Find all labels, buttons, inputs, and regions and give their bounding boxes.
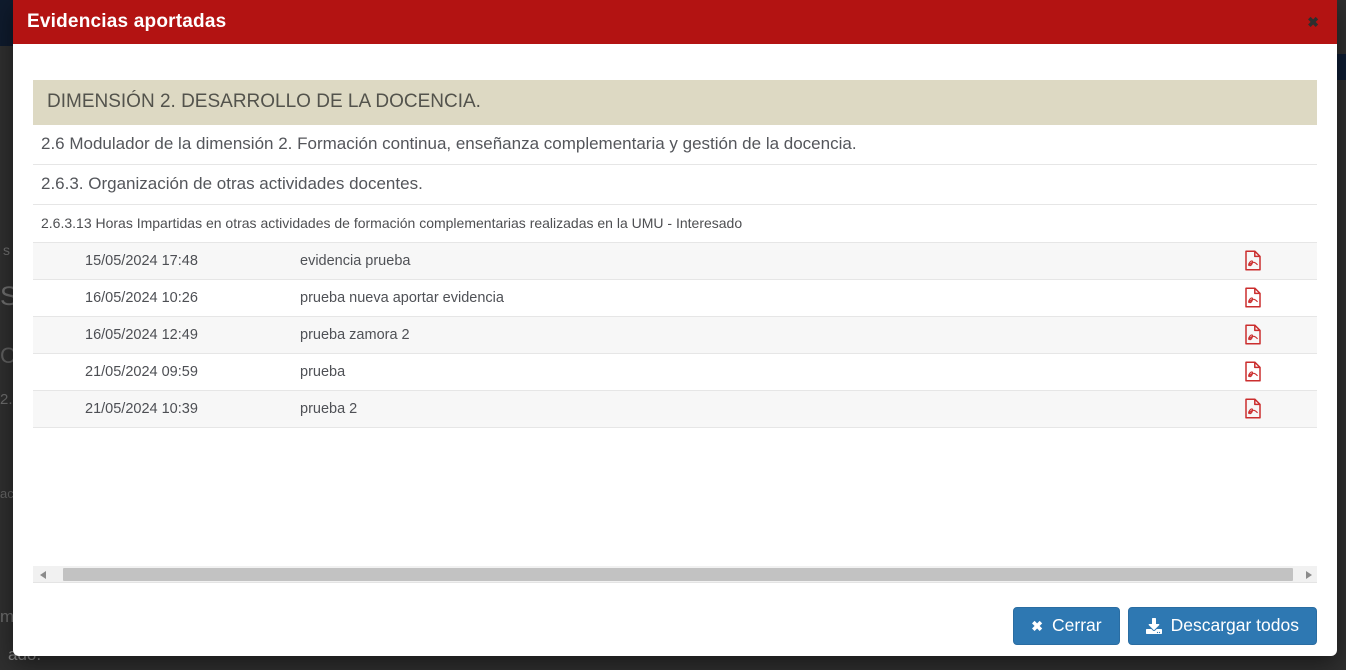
- scrollbar-right-arrow-icon[interactable]: [1300, 566, 1317, 583]
- evidence-description: prueba nueva aportar evidencia: [300, 289, 504, 306]
- background-navbar-fragment: [0, 0, 13, 46]
- pdf-file-icon[interactable]: [1244, 250, 1262, 271]
- evidence-description: prueba: [300, 363, 346, 380]
- modal-body: DIMENSIÓN 2. DESARROLLO DE LA DOCENCIA. …: [13, 44, 1337, 656]
- evidence-row: 15/05/2024 17:48 evidencia prueba: [33, 242, 1317, 280]
- download-icon: [1145, 617, 1162, 634]
- background-navbar-fragment: [1337, 54, 1346, 80]
- indicator-row: 2.6.3.13 Horas Impartidas en otras activ…: [33, 205, 1317, 243]
- evidence-row: 16/05/2024 12:49 prueba zamora 2: [33, 316, 1317, 354]
- pdf-file-icon[interactable]: [1244, 324, 1262, 345]
- pdf-file-icon[interactable]: [1244, 287, 1262, 308]
- evidence-datetime: 21/05/2024 10:39: [85, 400, 198, 417]
- pdf-file-icon[interactable]: [1244, 398, 1262, 419]
- horizontal-scrollbar[interactable]: [33, 566, 1317, 583]
- evidence-datetime: 21/05/2024 09:59: [85, 363, 198, 380]
- background-text-fragment: 2.: [0, 391, 13, 408]
- cerrar-button[interactable]: ✖ Cerrar: [1013, 607, 1120, 645]
- evidence-description: evidencia prueba: [300, 252, 411, 269]
- background-text-fragment: ac: [0, 486, 14, 501]
- evidencias-modal: Evidencias aportadas ✖ DIMENSIÓN 2. DESA…: [13, 0, 1337, 656]
- evidence-description: prueba zamora 2: [300, 326, 410, 343]
- evidence-description: prueba 2: [300, 400, 358, 417]
- modulator-row: 2.6 Modulador de la dimensión 2. Formaci…: [33, 125, 1317, 165]
- dimension-header: DIMENSIÓN 2. DESARROLLO DE LA DOCENCIA.: [33, 80, 1317, 125]
- descargar-todos-label: Descargar todos: [1170, 615, 1299, 635]
- evidence-datetime: 16/05/2024 10:26: [85, 289, 198, 306]
- modal-footer: ✖ Cerrar Descargar todos: [33, 607, 1317, 656]
- evidence-datetime: 16/05/2024 12:49: [85, 326, 198, 343]
- section-row: 2.6.3. Organización de otras actividades…: [33, 165, 1317, 205]
- modal-title: Evidencias aportadas: [27, 11, 227, 32]
- descargar-todos-button[interactable]: Descargar todos: [1127, 607, 1317, 645]
- close-icon[interactable]: ✖: [1305, 13, 1321, 31]
- evidence-row: 21/05/2024 10:39 prueba 2: [33, 390, 1317, 428]
- background-text-fragment: s: [3, 242, 10, 258]
- pdf-file-icon[interactable]: [1244, 361, 1262, 382]
- evidence-row: 21/05/2024 09:59 prueba: [33, 354, 1317, 391]
- scrollbar-left-arrow-icon[interactable]: [36, 566, 53, 583]
- scrollbar-thumb[interactable]: [63, 568, 1293, 581]
- close-x-icon: ✖: [1031, 617, 1043, 634]
- modal-header: Evidencias aportadas ✖: [13, 0, 1337, 44]
- evidence-scroll-area: DIMENSIÓN 2. DESARROLLO DE LA DOCENCIA. …: [33, 80, 1317, 583]
- cerrar-button-label: Cerrar: [1052, 615, 1102, 635]
- evidence-datetime: 15/05/2024 17:48: [85, 252, 198, 269]
- evidence-row: 16/05/2024 10:26 prueba nueva aportar ev…: [33, 280, 1317, 317]
